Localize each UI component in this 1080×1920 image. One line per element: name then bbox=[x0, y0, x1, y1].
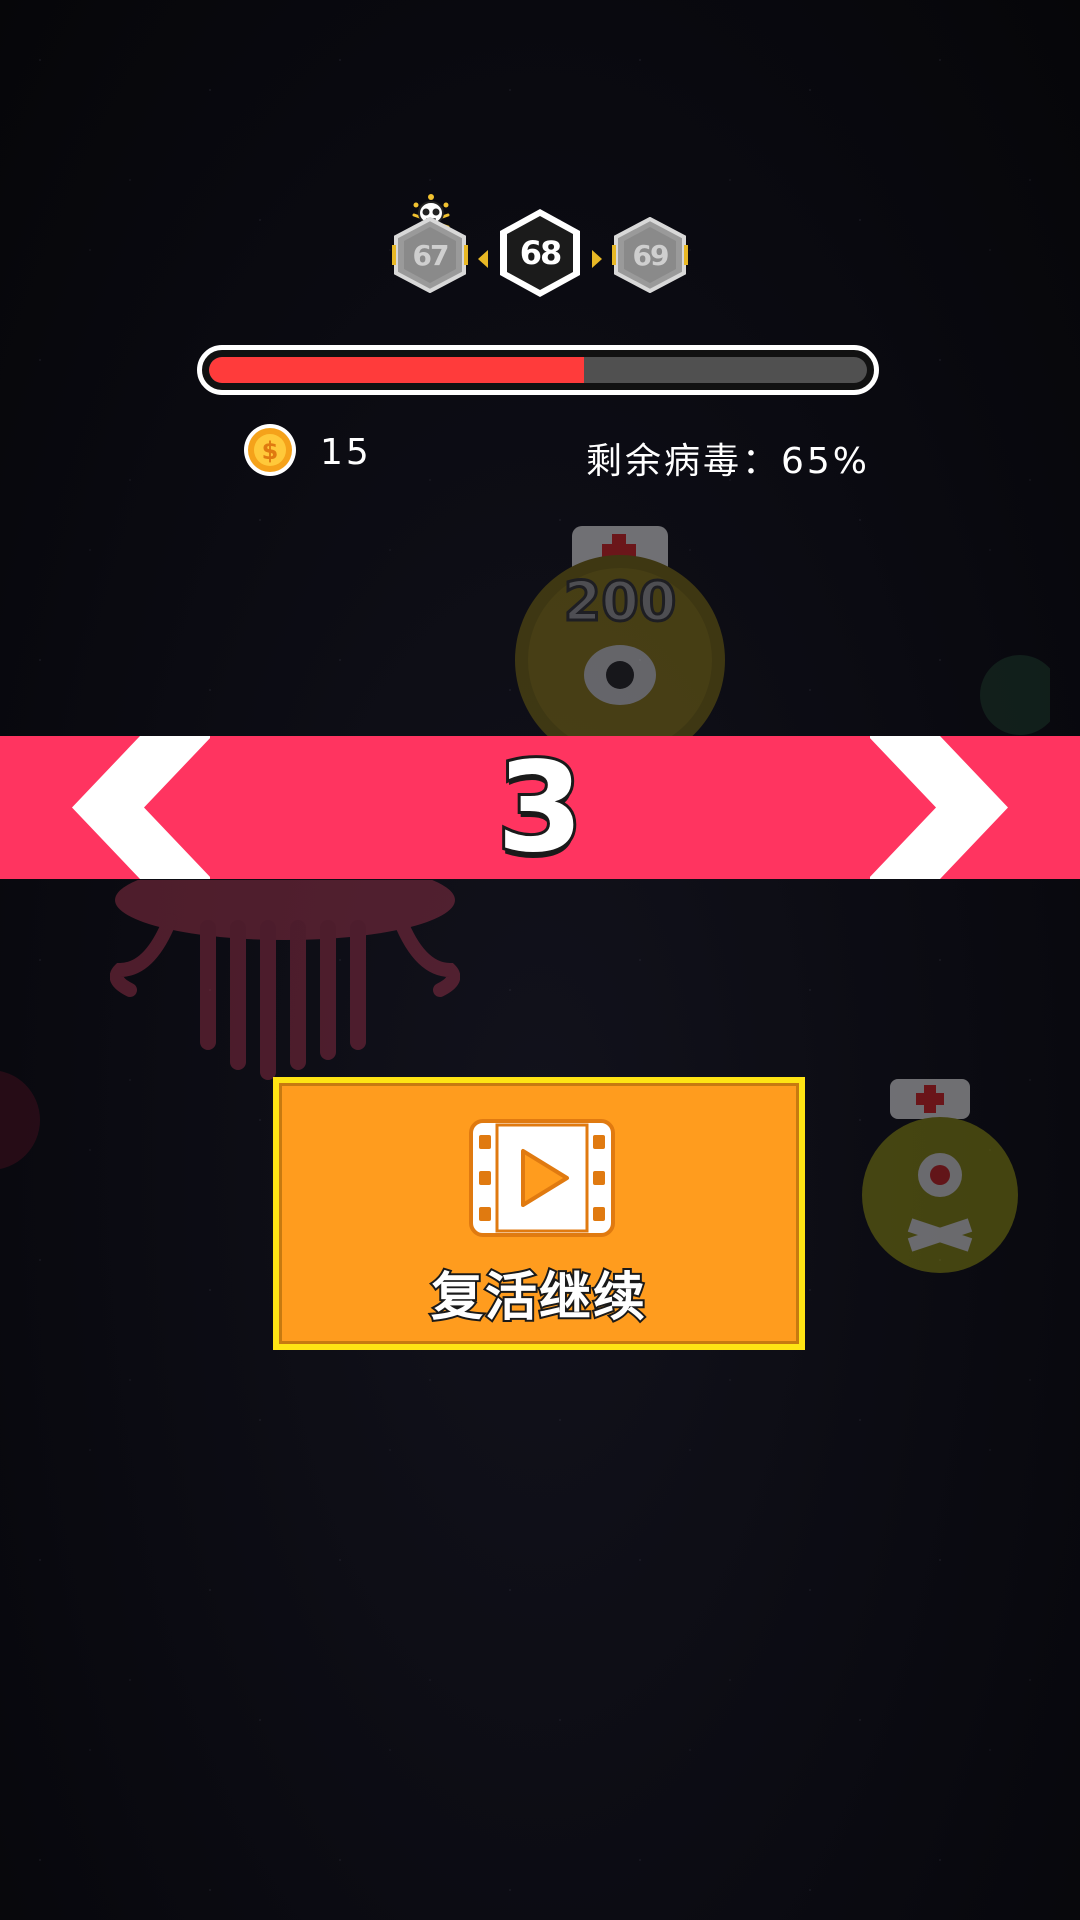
level-badge-current: 68 bbox=[496, 207, 584, 299]
green-virus-edge bbox=[980, 655, 1050, 735]
countdown-number: 3 bbox=[494, 736, 586, 879]
progress-track bbox=[209, 357, 867, 383]
coin-count: 15 bbox=[320, 432, 372, 473]
progress-fill bbox=[209, 357, 585, 383]
svg-text:$: $ bbox=[262, 437, 279, 465]
level-progress-bar bbox=[197, 345, 879, 395]
revive-button-label: 复活继续 bbox=[429, 1266, 647, 1330]
current-level-number: 68 bbox=[519, 234, 563, 272]
revive-continue-button[interactable]: 复活继续 bbox=[273, 1077, 805, 1350]
video-play-icon bbox=[469, 1119, 615, 1237]
coin-icon: $ bbox=[244, 424, 296, 476]
nurse-virus-small bbox=[862, 1079, 1018, 1273]
level-badge-next[interactable]: 69 bbox=[612, 217, 688, 293]
tentacle-monster bbox=[110, 880, 460, 1080]
game-screen: 67 68 69 $ 15 剩余病毒：65% 200 3 复活继续 bbox=[0, 0, 1080, 1920]
arrow-right-icon[interactable] bbox=[592, 250, 602, 268]
remaining-virus-text: 剩余病毒：65% bbox=[586, 441, 871, 482]
level-selector: 67 68 69 bbox=[0, 194, 1080, 315]
boss-hp-label: 200 bbox=[564, 570, 677, 633]
next-level-number: 69 bbox=[632, 238, 670, 272]
previous-level-number: 67 bbox=[412, 238, 450, 272]
countdown-banner: 3 bbox=[0, 736, 1080, 879]
nurse-virus-boss: 200 bbox=[515, 526, 725, 740]
red-virus-edge bbox=[0, 1071, 40, 1169]
arrow-left-icon[interactable] bbox=[478, 250, 488, 268]
level-badge-previous[interactable]: 67 bbox=[392, 217, 468, 293]
